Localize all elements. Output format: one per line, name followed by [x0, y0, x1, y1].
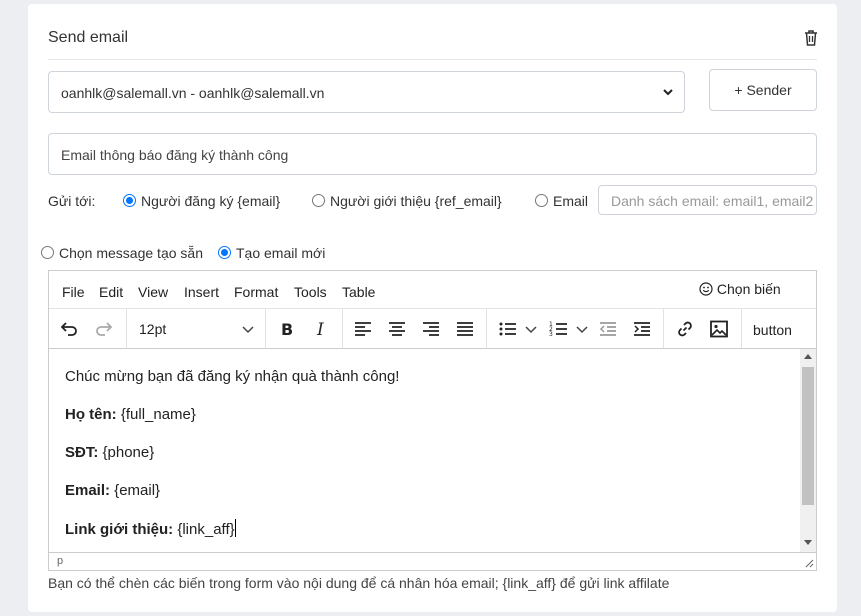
- link-icon[interactable]: [675, 319, 695, 339]
- svg-text:B: B: [281, 320, 293, 339]
- content-line: Link giới thiệu: {link_aff}: [65, 519, 784, 539]
- svg-text:I: I: [316, 320, 324, 339]
- numbered-list-icon[interactable]: 1 2 3: [549, 319, 569, 339]
- radio-registrant[interactable]: [123, 194, 136, 207]
- email-label: Email:: [65, 482, 111, 499]
- link-label: Link giới thiệu:: [65, 521, 174, 538]
- email-list-input[interactable]: Danh sách email: email1, email2: [598, 185, 817, 215]
- email-value: {email}: [110, 482, 161, 499]
- card-title: Send email: [48, 29, 129, 46]
- editor-menubar: File Edit View Insert Format Tools Table…: [49, 271, 816, 309]
- resize-handle-icon[interactable]: [805, 559, 814, 568]
- menu-tools[interactable]: Tools: [294, 284, 327, 300]
- italic-icon[interactable]: I: [311, 319, 331, 339]
- align-left-icon[interactable]: [353, 319, 373, 339]
- custom-button[interactable]: button: [753, 322, 792, 338]
- subject-input[interactable]: Email thông báo đăng ký thành công: [48, 133, 817, 175]
- chevron-down-icon: [663, 89, 673, 96]
- sender-select[interactable]: oanhlk@salemall.vn - oanhlk@salemall.vn: [48, 71, 685, 113]
- image-icon[interactable]: [709, 319, 729, 339]
- toolbar-separator: [663, 309, 664, 348]
- toolbar-separator: [741, 309, 742, 348]
- menu-insert[interactable]: Insert: [184, 284, 219, 300]
- content-line: SĐT: {phone}: [65, 443, 784, 462]
- toolbar-separator: [265, 309, 266, 348]
- editor-content[interactable]: Chúc mừng bạn đã đăng ký nhận quà thành …: [49, 349, 800, 552]
- phone-value: {phone}: [98, 444, 155, 461]
- recipients-label: Gửi tới:: [48, 193, 96, 209]
- radio-email[interactable]: [535, 194, 548, 207]
- chevron-down-icon[interactable]: [524, 319, 538, 339]
- scrollbar-thumb[interactable]: [802, 367, 814, 505]
- divider: [48, 59, 817, 60]
- content-line: Email: {email}: [65, 481, 784, 500]
- radio-email-label[interactable]: Email: [553, 193, 588, 209]
- radio-referrer[interactable]: [312, 194, 325, 207]
- phone-label: SĐT:: [65, 444, 99, 461]
- align-center-icon[interactable]: [387, 319, 407, 339]
- radio-new-email-label[interactable]: Tạo email mới: [236, 245, 325, 261]
- content-line: Họ tên: {full_name}: [65, 405, 784, 424]
- menu-file[interactable]: File: [62, 284, 85, 300]
- radio-new-email[interactable]: [218, 246, 231, 259]
- chevron-down-icon[interactable]: [238, 319, 258, 339]
- bold-icon[interactable]: B: [276, 319, 296, 339]
- send-email-card: Send email oanhlk@salemall.vn - oanhlk@s…: [28, 4, 837, 612]
- content-line: Chúc mừng bạn đã đăng ký nhận quà thành …: [65, 368, 400, 385]
- svg-text:3: 3: [549, 331, 553, 338]
- menu-table[interactable]: Table: [342, 284, 375, 300]
- hint-text: Bạn có thể chèn các biến trong form vào …: [48, 575, 670, 591]
- text-cursor: [234, 519, 236, 537]
- choose-variable-label: Chọn biến: [716, 281, 781, 297]
- menu-view[interactable]: View: [138, 284, 168, 300]
- trash-icon[interactable]: [803, 29, 819, 47]
- redo-icon[interactable]: [94, 319, 114, 339]
- rich-text-editor: File Edit View Insert Format Tools Table…: [48, 270, 817, 571]
- undo-icon[interactable]: [59, 319, 79, 339]
- align-right-icon[interactable]: [421, 319, 441, 339]
- bullet-list-icon[interactable]: [498, 319, 518, 339]
- outdent-icon[interactable]: [598, 319, 618, 339]
- element-path: p: [57, 555, 64, 567]
- editor-statusbar: p: [49, 552, 816, 570]
- menu-edit[interactable]: Edit: [99, 284, 123, 300]
- toolbar-separator: [342, 309, 343, 348]
- toolbar-separator: [126, 309, 127, 348]
- align-justify-icon[interactable]: [455, 319, 475, 339]
- radio-referrer-label[interactable]: Người giới thiệu {ref_email}: [330, 193, 502, 209]
- editor-scrollbar[interactable]: [800, 349, 816, 552]
- font-size-select[interactable]: 12pt: [139, 321, 166, 337]
- menu-format[interactable]: Format: [234, 284, 278, 300]
- toolbar-separator: [486, 309, 487, 348]
- radio-preset-message[interactable]: [41, 246, 54, 259]
- chevron-down-icon[interactable]: [575, 319, 589, 339]
- full-name-value: {full_name}: [116, 406, 196, 423]
- choose-variable-button[interactable]: Chọn biến: [699, 281, 781, 297]
- add-sender-button[interactable]: + Sender: [709, 69, 817, 111]
- scroll-down-icon[interactable]: [804, 540, 812, 546]
- link-value: {link_aff}: [173, 521, 235, 538]
- scroll-up-icon[interactable]: [804, 353, 812, 359]
- indent-icon[interactable]: [632, 319, 652, 339]
- full-name-label: Họ tên:: [65, 406, 117, 423]
- radio-registrant-label[interactable]: Người đăng ký {email}: [141, 193, 280, 209]
- sender-select-value: oanhlk@salemall.vn - oanhlk@salemall.vn: [61, 85, 325, 101]
- radio-preset-message-label[interactable]: Chọn message tạo sẵn: [59, 245, 203, 261]
- smiley-icon: [699, 282, 713, 296]
- editor-toolbar: 12pt B I 1 2 3 button: [49, 309, 816, 349]
